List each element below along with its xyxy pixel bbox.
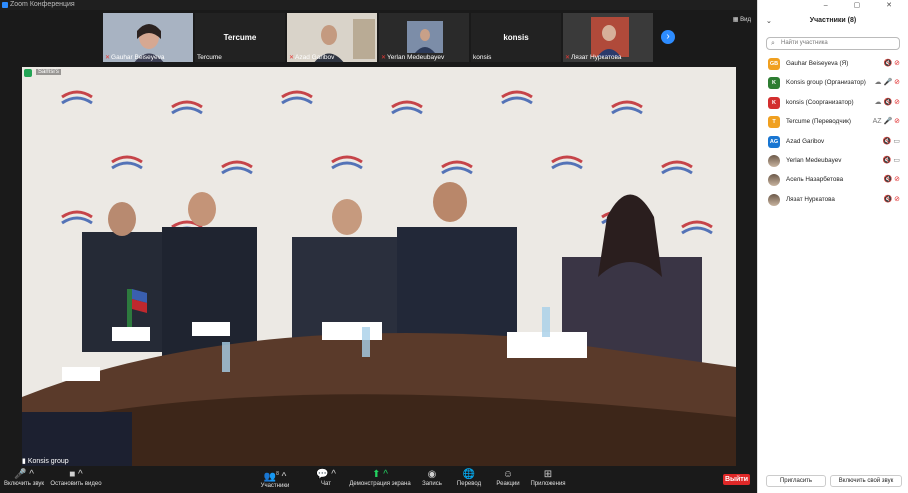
share-screen-icon: ⬆ ^: [372, 469, 388, 480]
participant-row[interactable]: Асель Назарбетова 🔇 ⊘: [758, 171, 908, 190]
avatar: K: [768, 96, 780, 109]
participant-row[interactable]: Лязат Нуркатова 🔇 ⊘: [758, 191, 908, 210]
chevron-down-icon[interactable]: ⌄: [766, 17, 772, 25]
participants-panel: – ▢ ✕ ⌄ Участники (8) ⌕ Найти участника …: [757, 0, 908, 493]
avatar: [768, 154, 780, 167]
signal-icon: ▮: [22, 458, 26, 465]
meeting-stage: ✕Gauhar Beiseyeva Tercume Tercume ✕Azad …: [0, 10, 757, 467]
smiley-icon: ☺: [502, 469, 514, 480]
invite-button[interactable]: Пригласить: [766, 475, 826, 487]
avatar: [768, 174, 780, 187]
stop-video-button[interactable]: ■ ^ Остановить видео: [50, 468, 102, 487]
participant-row[interactable]: T Tercume (Переводчик) AZ 🎤 ⊘: [758, 113, 908, 132]
thumbnail-label: Tercume: [197, 54, 222, 61]
participant-status-icons: 🔇 ▭: [882, 156, 900, 164]
main-video-scene: [22, 67, 736, 467]
translate-button[interactable]: 🌐 Перевод: [456, 468, 482, 487]
thumbnail-konsis[interactable]: konsis konsis: [470, 12, 562, 63]
avatar: [768, 193, 780, 206]
thumbnail-azad[interactable]: ✕Azad Garibov: [286, 12, 378, 63]
participant-status-icons: ☁ 🎤 ⊘: [874, 79, 900, 87]
thumbnail-yerlan[interactable]: ✕Yerlan Medeubayev: [378, 12, 470, 63]
participant-row[interactable]: Kkonsis (Соорганизатор) ☁ 🔇 ⊘: [758, 94, 908, 113]
zoom-logo-icon: [2, 2, 8, 8]
participant-list: GB Gauhar Beiseyeva (Я) 🔇 ⊘ K Konsis group (…: [758, 55, 908, 210]
chat-button[interactable]: 💬 ^ Чат: [316, 468, 336, 487]
leave-button[interactable]: Выйти: [723, 474, 750, 485]
thumbnail-tercume[interactable]: Tercume Tercume: [194, 12, 286, 63]
participant-name: Лязат Нуркатова: [786, 195, 835, 203]
view-button[interactable]: ▦ Вид: [733, 16, 751, 23]
unmute-button[interactable]: 🎤 ^ Включить звук: [4, 468, 44, 487]
participants-icon: 👥8 ^: [263, 471, 287, 483]
thumbnail-lyazat[interactable]: ✕Лязат Нуркатова: [562, 12, 654, 63]
participant-search-input[interactable]: ⌕ Найти участника: [766, 37, 900, 50]
apps-button[interactable]: ⊞ Приложения: [528, 468, 568, 487]
participant-name: Konsis group (Организатор): [786, 79, 866, 87]
panel-header: ⌄ Участники (8): [758, 17, 908, 25]
chat-icon: 💬 ^: [316, 469, 336, 480]
apps-icon: ⊞: [543, 469, 553, 480]
mic-muted-icon: ✕: [289, 55, 295, 61]
thumbnail-label: ✕Yerlan Medeubayev: [381, 54, 445, 61]
unmute-self-button[interactable]: Включить свой звук: [830, 475, 902, 487]
thumbnail-bigname: konsis: [503, 33, 529, 42]
participant-name: Yerlan Medeubayev: [786, 156, 842, 164]
participant-status-icons: 🔇 ▭: [882, 137, 900, 145]
participant-name: Azad Garibov: [786, 137, 825, 145]
window-title: Zoom Конференция: [10, 1, 75, 8]
participant-name: konsis (Соорганизатор): [786, 98, 854, 106]
search-icon: ⌕: [771, 40, 775, 47]
thumbnail-label: ✕Azad Garibov: [289, 54, 335, 61]
thumbnail-gauhar[interactable]: ✕Gauhar Beiseyeva: [102, 12, 194, 63]
participant-status-icons: 🔇 ⊘: [883, 176, 900, 184]
thumbnail-label: konsis: [473, 54, 492, 61]
mic-muted-icon: ✕: [565, 55, 571, 61]
mic-muted-icon: ✕: [105, 55, 111, 61]
video-camera-icon: ■ ^: [69, 469, 83, 480]
record-button[interactable]: ◉ Запись: [420, 468, 444, 487]
panel-title: Участники (8): [809, 17, 857, 24]
thumbnail-strip: ✕Gauhar Beiseyeva Tercume Tercume ✕Azad …: [0, 10, 757, 65]
participant-name: Tercume (Переводчик): [786, 118, 851, 126]
participants-button[interactable]: 👥8 ^ Участники: [258, 468, 292, 489]
share-screen-button[interactable]: ⬆ ^ Демонстрация экрана: [348, 468, 412, 487]
participant-status-icons: 🔇 ⊘: [883, 60, 900, 67]
mic-muted-icon: 🎤 ^: [14, 469, 34, 480]
thumbnail-label: ✕Gauhar Beiseyeva: [105, 54, 165, 61]
avatar: AG: [768, 135, 780, 148]
globe-icon: 🌐: [462, 469, 476, 480]
participant-status-icons: 🔇 ⊘: [883, 195, 900, 203]
panel-window-controls: – ▢ ✕: [758, 0, 908, 10]
window-controls[interactable]: – ▢ ✕: [824, 1, 904, 9]
participant-row[interactable]: AG Azad Garibov 🔇 ▭: [758, 133, 908, 152]
encryption-shield-icon: [24, 69, 32, 77]
record-icon: ◉: [427, 469, 437, 480]
thumbnail-label: ✕Лязат Нуркатова: [565, 54, 622, 61]
next-page-arrow-icon[interactable]: ›: [661, 30, 675, 44]
avatar: K: [768, 77, 780, 90]
participant-row[interactable]: Yerlan Medeubayev 🔇 ▭: [758, 152, 908, 171]
participant-status-icons: AZ 🎤 ⊘: [872, 118, 900, 126]
reactions-button[interactable]: ☺ Реакции: [494, 468, 522, 487]
window-titlebar: Zoom Конференция: [0, 0, 757, 10]
speaker-badge: Samsi's: [36, 69, 61, 75]
active-speaker-label: ▮ Konsis group: [22, 458, 69, 465]
participant-name: Gauhar Beiseyeva (Я): [786, 60, 849, 67]
participant-status-icons: ☁ 🔇 ⊘: [874, 98, 901, 106]
participant-name: Асель Назарбетова: [786, 176, 844, 184]
meeting-toolbar: 🎤 ^ Включить звук ■ ^ Остановить видео 👥…: [0, 466, 757, 493]
participant-row[interactable]: GB Gauhar Beiseyeva (Я) 🔇 ⊘: [758, 55, 908, 74]
main-video: Samsi's: [22, 67, 736, 467]
thumbnail-bigname: Tercume: [223, 33, 257, 42]
mic-muted-icon: ✕: [381, 55, 387, 61]
participant-row[interactable]: K Konsis group (Организатор) ☁ 🎤 ⊘: [758, 74, 908, 93]
avatar: GB: [768, 58, 780, 70]
avatar: T: [768, 116, 780, 129]
